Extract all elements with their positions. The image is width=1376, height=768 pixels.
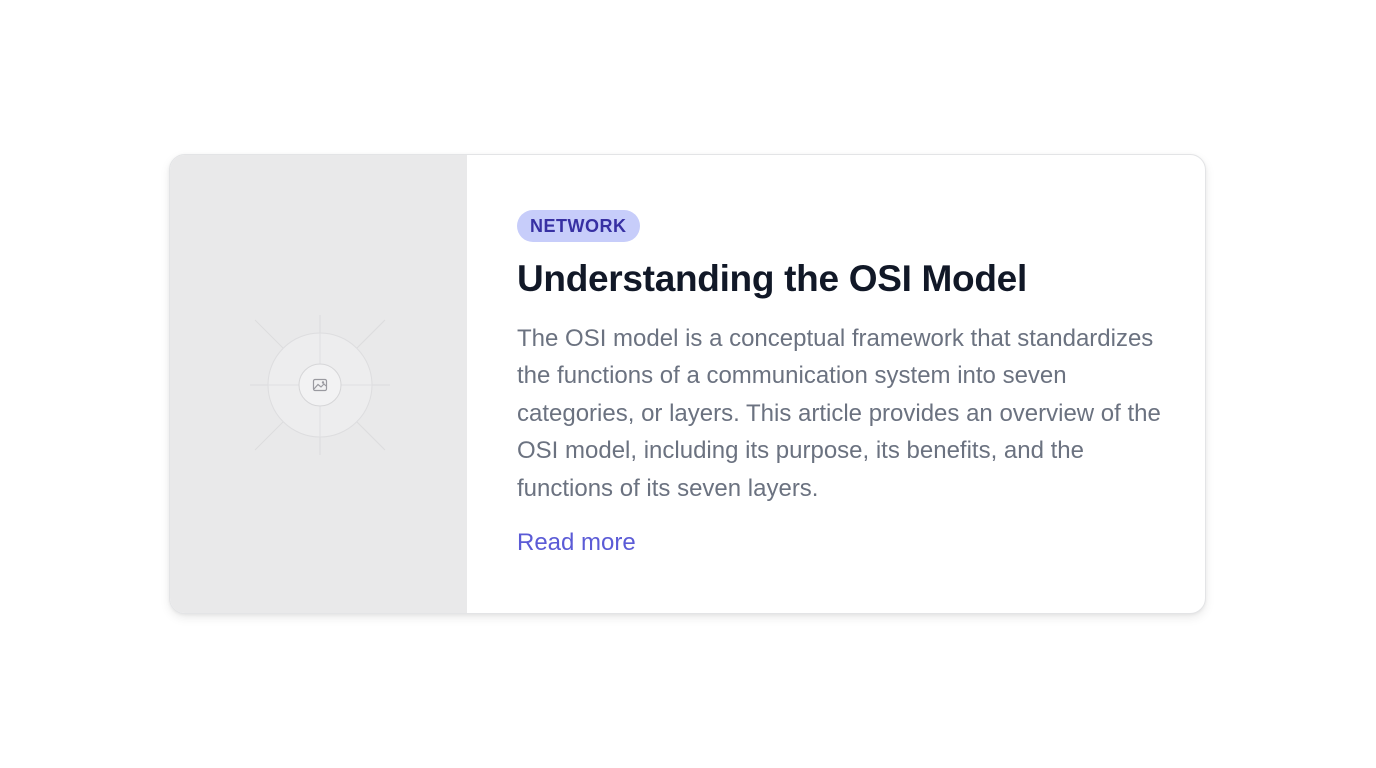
article-description: The OSI model is a conceptual framework … — [517, 325, 1161, 502]
card-image-placeholder — [170, 155, 467, 613]
read-more-link[interactable]: Read more — [517, 527, 636, 559]
category-badge: NETWORK — [517, 210, 640, 242]
image-placeholder-icon — [250, 315, 390, 455]
article-card: NETWORK Understanding the OSI Model The … — [169, 154, 1206, 614]
card-content: NETWORK Understanding the OSI Model The … — [467, 155, 1205, 613]
article-title: Understanding the OSI Model — [517, 258, 1027, 299]
